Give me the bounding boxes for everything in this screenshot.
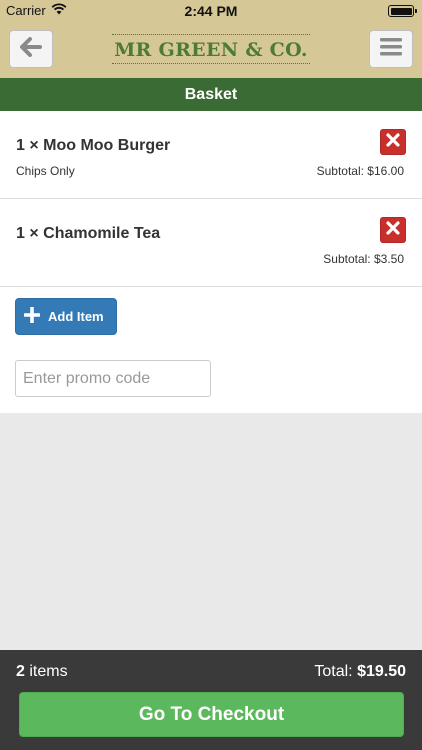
close-icon — [386, 220, 400, 240]
page-title: Basket — [0, 78, 422, 111]
status-bar: Carrier 2:44 PM — [0, 0, 422, 22]
basket-item: 1 × Chamomile Tea Subtotal: $3.50 — [0, 199, 422, 287]
promo-code-input[interactable] — [15, 360, 211, 397]
brand-logo: MR GREEN & CO. — [0, 34, 422, 64]
basket-total: Total: $19.50 — [314, 663, 406, 681]
remove-item-button[interactable] — [380, 129, 406, 155]
clock: 2:44 PM — [184, 3, 238, 19]
item-count: 2 items — [16, 663, 68, 681]
hamburger-icon — [380, 37, 402, 61]
add-item-label: Add Item — [48, 309, 104, 324]
battery-icon — [388, 5, 417, 17]
top-bar: MR GREEN & CO. — [0, 22, 422, 78]
total-value: $19.50 — [357, 663, 406, 680]
item-count-label: items — [29, 663, 68, 680]
close-icon — [386, 132, 400, 152]
item-subtotal: Subtotal: $16.00 — [316, 164, 404, 178]
brand-text: MR GREEN & CO. — [112, 34, 310, 64]
remove-item-button[interactable] — [380, 217, 406, 243]
basket-item: 1 × Moo Moo Burger Chips Only Subtotal: … — [0, 111, 422, 199]
plus-icon — [23, 306, 41, 326]
item-count-value: 2 — [16, 663, 25, 680]
item-option: Chips Only — [16, 164, 75, 178]
item-name: 1 × Moo Moo Burger — [16, 137, 171, 154]
item-subtotal: Subtotal: $3.50 — [323, 252, 404, 266]
item-name: 1 × Chamomile Tea — [16, 225, 161, 242]
add-item-button[interactable]: Add Item — [15, 298, 117, 335]
total-label: Total: — [314, 663, 353, 680]
menu-button[interactable] — [369, 30, 413, 68]
basket-content: 1 × Moo Moo Burger Chips Only Subtotal: … — [0, 111, 422, 413]
basket-footer: 2 items Total: $19.50 Go To Checkout — [0, 650, 422, 750]
checkout-button[interactable]: Go To Checkout — [19, 692, 404, 737]
